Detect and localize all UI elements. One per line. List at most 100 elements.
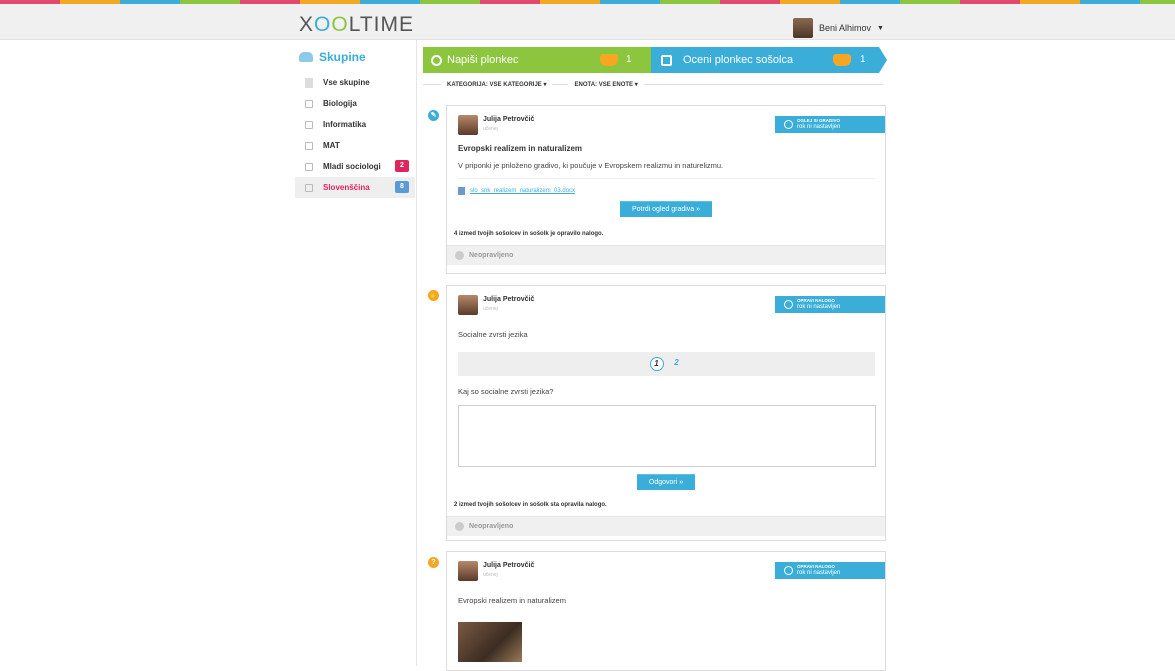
sidebar-item-label: Informatika [323, 120, 367, 129]
card-text: Evropski realizem in naturalizem [458, 596, 566, 605]
plus-circle-icon [431, 54, 442, 66]
status-deadline: rok ni nastavljen [797, 304, 841, 310]
page-2-button[interactable]: 2 [670, 357, 684, 371]
unit-filter-label: ENOTA: VSE ENOTE [574, 81, 634, 88]
user-menu[interactable]: Beni Alhimov ▼ [793, 18, 884, 38]
chevron-down-icon: ▼ [877, 24, 884, 32]
divider [416, 40, 417, 666]
completion-text: 4 izmed tvojih sošolcev in sošolk je opr… [454, 231, 604, 237]
count-badge: 8 [395, 181, 409, 193]
card-footer: Neopravljeno [447, 516, 885, 536]
document-icon [305, 77, 313, 88]
task-card: Julija Petrovčič učenej OPRAVI NALOGO ro… [446, 285, 886, 541]
lock-icon [305, 183, 313, 192]
status-deadline: rok ni nastavljen [797, 570, 841, 576]
lock-icon [305, 99, 313, 108]
status-type: OPRAVI NALOGO [797, 298, 835, 303]
card-header: Julija Petrovčič učenej OPRAVI NALOGO ro… [447, 552, 885, 582]
filter-bar: KATEGORIJA: VSE KATEGORIJE ▾ ENOTA: VSE … [423, 79, 883, 89]
author-name[interactable]: Julija Petrovčič [483, 296, 534, 303]
pot-icon [600, 54, 618, 66]
card-text: V priponki je priloženo gradivo, ki pouč… [458, 161, 724, 170]
check-icon [455, 251, 464, 260]
divider [423, 83, 441, 85]
group-icon [299, 52, 313, 62]
file-icon [458, 187, 465, 195]
sidebar-item-label: Vse skupine [323, 78, 370, 87]
category-filter-label: KATEGORIJA: VSE KATEGORIJE [447, 81, 542, 88]
sidebar-item-label: Biologija [323, 99, 357, 108]
sidebar-item-mat[interactable]: MAT [295, 135, 415, 156]
confirm-view-button[interactable]: Potrdi ogled gradiva » [619, 201, 713, 217]
answer-button[interactable]: Odgovori » [636, 474, 696, 490]
sidebar-item-label: Mladi sociologi [323, 162, 381, 171]
pot-icon [833, 54, 851, 66]
answer-input[interactable] [458, 405, 876, 467]
image-thumbnail[interactable] [458, 622, 522, 662]
top-bar: XOOLTIME Beni Alhimov ▼ [0, 4, 1175, 40]
question-icon: ? [428, 557, 439, 568]
lock-icon [305, 162, 313, 171]
sidebar-item-informatika[interactable]: Informatika [295, 114, 415, 135]
author-role: učenej [483, 572, 498, 578]
card-text: Socialne zvrsti jezika [458, 330, 528, 339]
hand-icon: ✋ [428, 290, 439, 301]
divider [458, 178, 875, 179]
unit-filter[interactable]: ENOTA: VSE ENOTE ▾ [574, 81, 637, 88]
rate-note-label: Oceni plonkec sošolca [683, 54, 794, 66]
rate-note-count: 1 [860, 54, 866, 65]
avatar [793, 18, 813, 38]
question-pager: 1 2 [458, 352, 875, 376]
clock-icon [784, 300, 793, 309]
page-1-button[interactable]: 1 [649, 357, 664, 371]
author-name[interactable]: Julija Petrovčič [483, 116, 534, 123]
write-note-banner[interactable]: Napiši plonkec 1 [423, 47, 651, 73]
sidebar-item-mladi-sociologi[interactable]: Mladi sociologi 2 [295, 156, 415, 177]
count-badge: 2 [395, 160, 409, 172]
task-card: Julija Petrovčič učenej OPRAVI NALOGO ro… [446, 551, 886, 671]
divider [552, 83, 569, 85]
question-text: Kaj so socialne zvrsti jezika? [458, 387, 554, 396]
checklist-icon [661, 54, 672, 66]
task-card: Julija Petrovčič učenej OGLEJ SI GRADIVO… [446, 105, 886, 274]
status-type: OPRAVI NALOGO [797, 564, 835, 569]
completion-status: Neopravljeno [469, 252, 514, 259]
author-name[interactable]: Julija Petrovčič [483, 562, 534, 569]
sidebar-title: Skupine [295, 48, 415, 66]
sidebar-item-label: Slovenščina [323, 183, 370, 192]
status-badge: OPRAVI NALOGO rok ni nastavljen [775, 296, 885, 313]
sidebar-title-label: Skupine [319, 50, 366, 64]
sidebar-item-biologija[interactable]: Biologija [295, 93, 415, 114]
sidebar-item-vse-skupine[interactable]: Vse skupine [295, 72, 415, 93]
completion-status: Neopravljeno [469, 523, 514, 530]
pencil-icon: ✎ [428, 110, 439, 121]
attachment-name: slo_snk_realizem_naturalizem_03.docx [470, 188, 576, 194]
check-icon [455, 522, 464, 531]
category-filter[interactable]: KATEGORIJA: VSE KATEGORIJE ▾ [447, 81, 546, 88]
attachment-link[interactable]: slo_snk_realizem_naturalizem_03.docx [458, 187, 885, 195]
author-role: učenej [483, 126, 498, 132]
logo[interactable]: XOOLTIME [299, 13, 414, 37]
avatar [458, 115, 478, 135]
write-note-label: Napiši plonkec [447, 54, 519, 66]
lock-icon [305, 120, 313, 129]
status-badge: OPRAVI NALOGO rok ni nastavljen [775, 562, 885, 579]
status-deadline: rok ni nastavljen [797, 124, 841, 130]
card-footer: Neopravljeno [447, 245, 885, 265]
lock-icon [305, 141, 313, 150]
write-note-count: 1 [626, 54, 632, 65]
status-badge: OGLEJ SI GRADIVO rok ni nastavljen [775, 116, 885, 133]
author-role: učenej [483, 306, 498, 312]
avatar [458, 561, 478, 581]
divider [643, 83, 883, 85]
user-name: Beni Alhimov [819, 23, 872, 33]
sidebar: Skupine Vse skupine Biologija Informatik… [295, 48, 415, 198]
sidebar-item-slovenscina[interactable]: Slovenščina 8 [295, 177, 415, 198]
completion-text: 2 izmed tvojih sošolcev in sošolk sta op… [454, 502, 607, 508]
avatar [458, 295, 478, 315]
card-header: Julija Petrovčič učenej OGLEJ SI GRADIVO… [447, 106, 885, 136]
rate-note-banner[interactable]: Oceni plonkec sošolca 1 [651, 47, 887, 73]
clock-icon [784, 566, 793, 575]
clock-icon [784, 120, 793, 129]
sidebar-item-label: MAT [323, 141, 340, 150]
